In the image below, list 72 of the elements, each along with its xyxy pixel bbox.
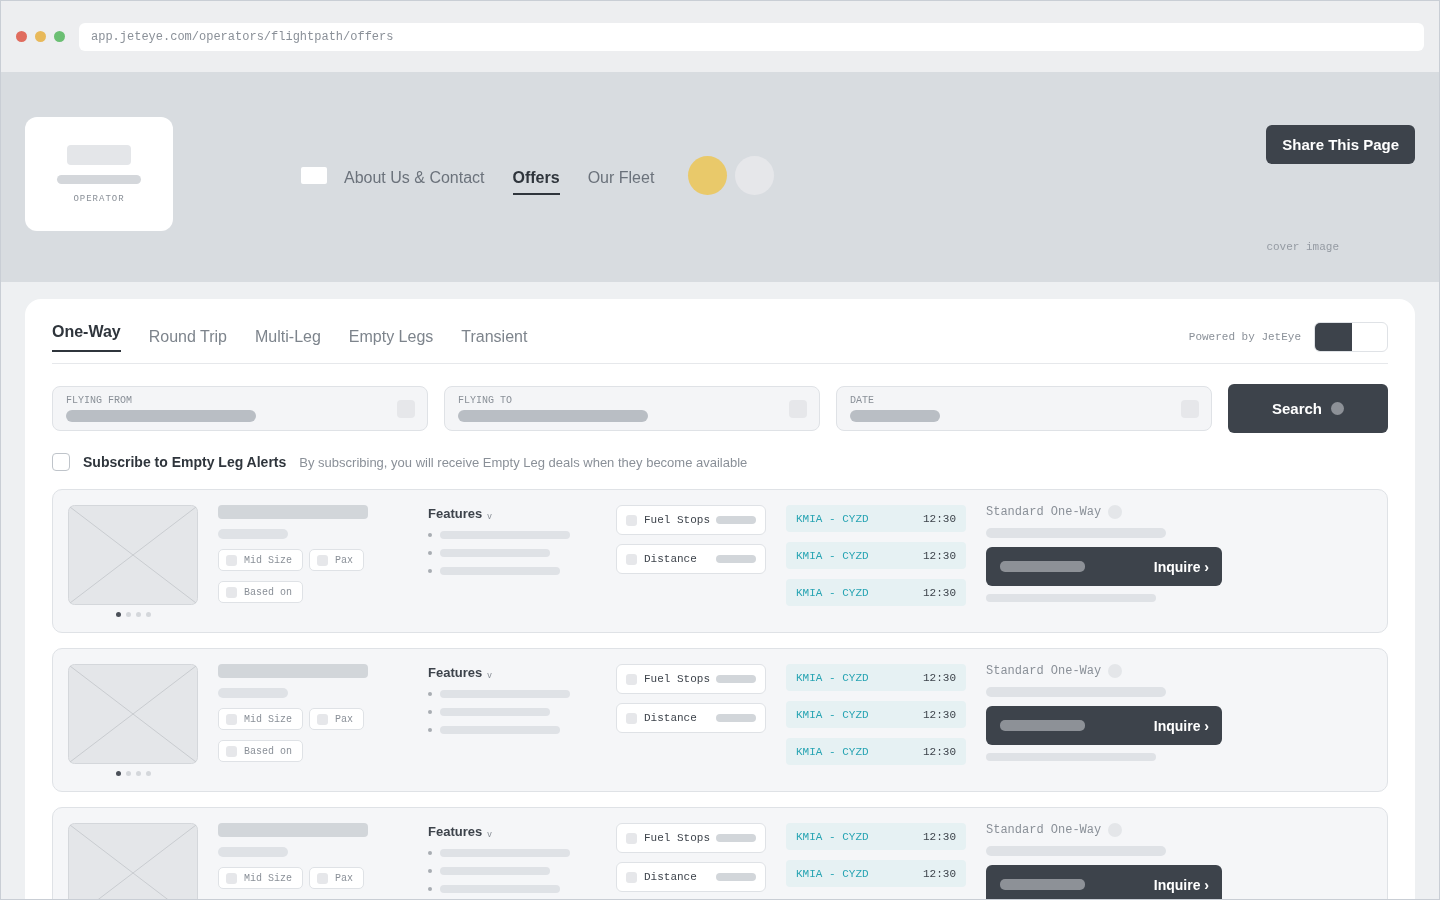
option-chip: Distance: [616, 703, 766, 733]
route-row: KMIA - CYZD 12:30: [786, 542, 966, 569]
option-chip: Fuel Stops: [616, 823, 766, 853]
field-label: FLYING FROM: [66, 395, 133, 406]
subscribe-note: By subscribing, you will receive Empty Leg deals when they become available: [299, 454, 748, 470]
aircraft-tag: Pax: [309, 549, 365, 571]
option-chip: Fuel Stops: [616, 664, 766, 694]
nav-link[interactable]: About Us & Contact: [344, 163, 485, 195]
aircraft-tag: Pax: [309, 708, 365, 730]
carousel-dot[interactable]: [125, 771, 131, 776]
option-chip: Fuel Stops: [616, 505, 766, 535]
input-field[interactable]: DATE: [836, 386, 1212, 431]
avatar-circle: [688, 155, 728, 195]
input-field[interactable]: FLYING FROM: [52, 386, 428, 431]
address-bar[interactable]: app.jeteye.com/operators/flightpath/offers: [79, 22, 1424, 51]
caret-icon[interactable]: v: [487, 829, 492, 839]
nav-link[interactable]: Our Fleet: [587, 163, 655, 195]
aircraft-tag: Pax: [309, 867, 365, 889]
checkbox-label[interactable]: Subscribe to Empty Leg Alerts: [83, 454, 287, 470]
input-field[interactable]: FLYING TO: [444, 386, 820, 431]
fare-type-label: Standard One-Way: [986, 505, 1222, 519]
aircraft-tag: Based on: [218, 740, 303, 762]
search-button[interactable]: Search: [1228, 384, 1388, 433]
trip-type-tab[interactable]: Round Trip: [148, 321, 227, 363]
powered-by-text: Powered by JetEye: [1188, 331, 1301, 343]
inquire-button[interactable]: Inquire ›: [986, 865, 1222, 899]
cover-image-label: cover image: [1266, 241, 1339, 253]
caret-icon[interactable]: v: [487, 670, 492, 680]
nav-placeholder-icon: [301, 166, 327, 184]
caret-icon[interactable]: v: [487, 511, 492, 521]
features-label[interactable]: Features: [428, 824, 483, 839]
minimize-window-icon[interactable]: [35, 31, 46, 42]
route-row: KMIA - CYZD 12:30: [786, 505, 966, 532]
route-row: KMIA - CYZD 12:30: [786, 664, 966, 691]
nav-link[interactable]: Offers: [512, 163, 560, 195]
aircraft-tag: Mid Size: [218, 867, 303, 889]
trip-type-tab[interactable]: Multi-Leg: [255, 321, 321, 363]
aircraft-tag: Mid Size: [218, 549, 303, 571]
carousel-dot[interactable]: [115, 771, 121, 776]
field-label: DATE: [850, 395, 875, 406]
carousel-dot[interactable]: [115, 612, 121, 617]
inquire-button[interactable]: Inquire ›: [986, 706, 1222, 745]
aircraft-tag: Mid Size: [218, 708, 303, 730]
close-window-icon[interactable]: [16, 31, 27, 42]
route-row: KMIA - CYZD 12:30: [786, 701, 966, 728]
fare-type-label: Standard One-Way: [986, 664, 1222, 678]
carousel-dot[interactable]: [135, 612, 141, 617]
inquire-button[interactable]: Inquire ›: [986, 547, 1222, 586]
checkbox[interactable]: [52, 453, 70, 471]
trip-type-tab[interactable]: One-Way: [52, 321, 121, 352]
route-row: KMIA - CYZD 12:30: [786, 738, 966, 765]
option-chip: Distance: [616, 862, 766, 892]
trip-type-tab[interactable]: Transient: [461, 321, 528, 363]
fare-type-label: Standard One-Way: [986, 823, 1222, 837]
share-button[interactable]: Share This Page: [1266, 125, 1415, 164]
logo-label: OPERATOR: [73, 193, 125, 204]
option-chip: Distance: [616, 544, 766, 574]
route-row: KMIA - CYZD 12:30: [786, 860, 966, 887]
carousel-dot[interactable]: [145, 612, 151, 617]
logo-placeholder-icon: [67, 144, 131, 165]
maximize-window-icon[interactable]: [54, 31, 65, 42]
features-label[interactable]: Features: [428, 665, 483, 680]
route-row: KMIA - CYZD 12:30: [786, 823, 966, 850]
toggle-switch[interactable]: [1314, 322, 1388, 352]
features-label[interactable]: Features: [428, 506, 483, 521]
trip-type-tab[interactable]: Empty Legs: [348, 321, 434, 363]
carousel-dot[interactable]: [135, 771, 141, 776]
route-row: KMIA - CYZD 12:30: [786, 579, 966, 606]
aircraft-tag: Based on: [218, 581, 303, 603]
field-label: FLYING TO: [458, 395, 513, 406]
carousel-dot[interactable]: [125, 612, 131, 617]
carousel-dot[interactable]: [145, 771, 151, 776]
